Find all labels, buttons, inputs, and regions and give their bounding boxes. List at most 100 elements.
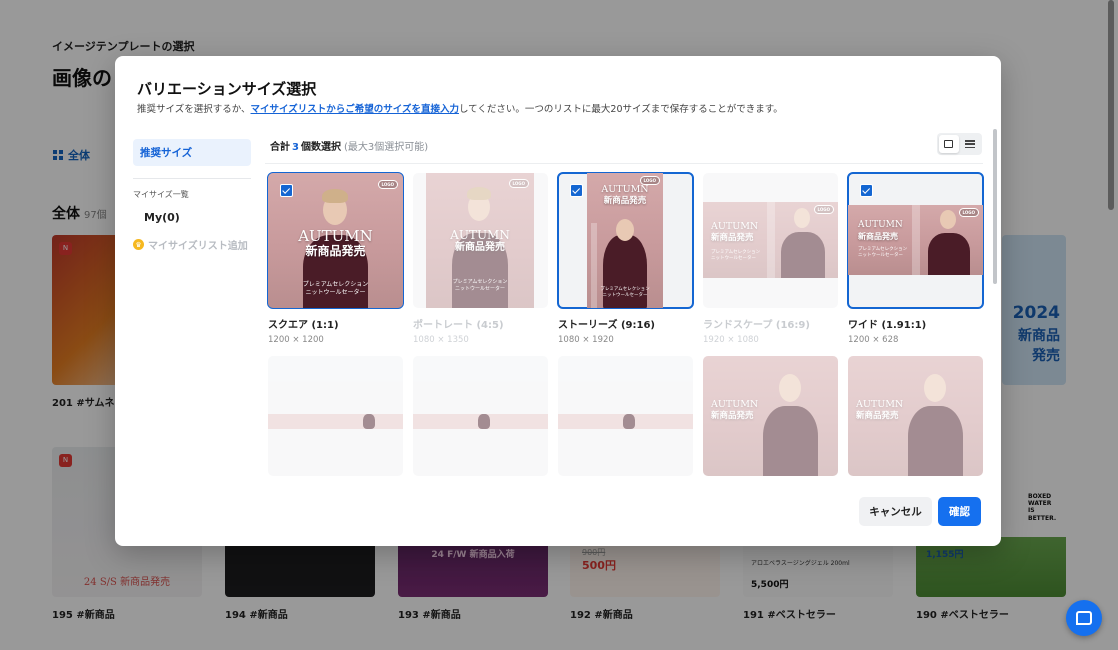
chat-button[interactable] — [1066, 600, 1102, 636]
poster-logo: LOGO — [377, 180, 398, 189]
poster-title-en: AUTUMN — [450, 228, 510, 242]
poster-sub-1: プレミアムセレクション — [711, 250, 761, 255]
chat-icon — [1076, 611, 1092, 625]
summary-suffix: 個数選択 — [300, 142, 341, 153]
poster-sub-2: ニットウールセーター — [454, 286, 505, 292]
poster-title-en: AUTUMN — [711, 399, 759, 410]
list-view-icon — [965, 140, 976, 148]
poster-title-en: AUTUMN — [858, 220, 903, 230]
poster-image: AUTUMN 新商品発売 プレミアムセレクション ニットウールセーター LOGO — [587, 173, 663, 308]
confirm-button[interactable]: 確認 — [938, 497, 981, 526]
size-card-tall[interactable]: AUTUMN 新商品発売 — [703, 356, 838, 476]
poster-title-jp: 新商品発売 — [711, 233, 754, 243]
desc-text-after: してください。一つのリストに最大20サイズまで保存することができます。 — [458, 104, 783, 115]
card-size: 1200 × 1200 — [268, 335, 324, 345]
card-preview: AUTUMN 新商品発売 プレミアムセレクション ニットウールセーター LOGO — [557, 172, 694, 309]
card-name: ワイド (1.91:1) — [848, 320, 927, 331]
size-card-landscape[interactable]: AUTUMN 新商品発売 プレミアムセレクション ニットウールセーター LOGO… — [703, 173, 838, 345]
size-variation-modal: バリエーションサイズ選択 推奨サイズを選択するか、マイサイズリストからご希望のサ… — [115, 56, 1001, 546]
selected-count: 3 — [292, 142, 299, 153]
size-card-banner[interactable] — [413, 356, 548, 476]
card-preview — [413, 356, 548, 476]
size-card-wide[interactable]: AUTUMN 新商品発売 プレミアムセレクション ニットウールセーター LOGO… — [847, 172, 984, 345]
checkbox-checked-icon[interactable] — [280, 184, 293, 197]
poster-logo: LOGO — [813, 205, 834, 214]
poster-title-jp: 新商品発売 — [603, 196, 647, 206]
card-size: 1080 × 1920 — [558, 335, 614, 345]
banner-strip — [558, 414, 693, 429]
card-size: 1200 × 628 — [848, 335, 899, 345]
sidebar-item-recommended[interactable]: 推奨サイズ — [133, 139, 251, 166]
poster-sub-1: プレミアムセレクション — [600, 287, 650, 292]
size-card-tall[interactable]: AUTUMN 新商品発売 — [848, 356, 983, 476]
poster-image: AUTUMN 新商品発売 プレミアムセレクション ニットウールセーター LOGO — [426, 173, 534, 308]
card-preview — [558, 356, 693, 476]
sidebar-heading: マイサイズ一覧 — [133, 190, 189, 199]
card-name: ランドスケープ (16:9) — [703, 320, 810, 331]
poster-title-en: AUTUMN — [856, 399, 904, 410]
card-size: 1080 × 1350 — [413, 335, 469, 345]
poster-title-jp: 新商品発売 — [858, 231, 898, 241]
desc-text-before: 推奨サイズを選択するか、 — [137, 104, 251, 115]
poster-image: AUTUMN 新商品発売 — [848, 356, 983, 476]
poster-sub-2: ニットウールセーター — [602, 293, 648, 298]
modal-title: バリエーションサイズ選択 — [137, 80, 317, 98]
card-name: ストーリーズ (9:16) — [558, 320, 655, 331]
poster-sub-2: ニットウールセーター — [858, 253, 903, 258]
poster-sub-1: プレミアムセレクション — [858, 247, 908, 252]
size-card-banner[interactable] — [558, 356, 693, 476]
modal-sidebar: 推奨サイズ マイサイズ一覧 My(0) ♛ マイサイズリスト追加 — [133, 139, 251, 252]
card-view-button[interactable] — [939, 135, 959, 153]
card-preview: AUTUMN 新商品発売 プレミアムセレクション ニットウールセーター LOGO — [413, 173, 548, 308]
poster-image: AUTUMN 新商品発売 — [703, 356, 838, 476]
header-divider — [265, 163, 983, 164]
crown-icon: ♛ — [133, 239, 144, 250]
modal-scrollbar[interactable] — [993, 129, 997, 284]
poster-title-jp: 新商品発売 — [711, 411, 754, 421]
card-preview: AUTUMN 新商品発売 — [703, 356, 838, 476]
card-name: ポートレート (4:5) — [413, 320, 504, 331]
poster-logo: LOGO — [958, 208, 979, 217]
poster-sub-2: ニットウールセーター — [305, 289, 366, 296]
sidebar-item-my[interactable]: My(0) — [144, 211, 251, 224]
size-card-stories[interactable]: AUTUMN 新商品発売 プレミアムセレクション ニットウールセーター LOGO… — [557, 172, 694, 345]
checkbox-checked-icon[interactable] — [570, 184, 583, 197]
poster-image: AUTUMN 新商品発売 プレミアムセレクション ニットウールセーター LOGO — [703, 202, 838, 278]
poster-title-en: AUTUMN — [711, 221, 759, 232]
poster-sub-1: プレミアムセレクション — [302, 281, 369, 288]
view-toggle — [937, 133, 982, 155]
poster-sub-2: ニットウールセーター — [711, 256, 756, 261]
sidebar-divider — [133, 178, 251, 179]
poster-logo: LOGO — [639, 176, 660, 185]
card-preview: AUTUMN 新商品発売 プレミアムセレクション ニットウールセーター LOGO — [267, 172, 404, 309]
card-view-icon — [944, 140, 954, 148]
list-view-button[interactable] — [961, 135, 981, 153]
size-card-portrait[interactable]: AUTUMN 新商品発売 プレミアムセレクション ニットウールセーター LOGO… — [413, 173, 548, 345]
checkbox-checked-icon[interactable] — [860, 184, 873, 197]
modal-description: 推奨サイズを選択するか、マイサイズリストからご希望のサイズを直接入力してください… — [137, 101, 783, 115]
cancel-button[interactable]: キャンセル — [859, 497, 932, 526]
my-size-link[interactable]: マイサイズリストからご希望のサイズを直接入力 — [251, 104, 459, 115]
banner-strip — [268, 414, 403, 429]
poster-title-en: AUTUMN — [298, 227, 373, 245]
poster-title-en: AUTUMN — [601, 184, 649, 195]
card-preview — [268, 356, 403, 476]
card-preview: AUTUMN 新商品発売 プレミアムセレクション ニットウールセーター LOGO — [703, 173, 838, 308]
poster-sub-1: プレミアムセレクション — [452, 279, 508, 285]
poster-image: AUTUMN 新商品発売 プレミアムセレクション ニットウールセーター LOGO — [848, 205, 983, 275]
size-card-banner[interactable] — [268, 356, 403, 476]
card-name: スクエア (1:1) — [268, 320, 339, 331]
card-preview: AUTUMN 新商品発売 プレミアムセレクション ニットウールセーター LOGO — [847, 172, 984, 309]
card-size: 1920 × 1080 — [703, 335, 759, 345]
size-card-square[interactable]: AUTUMN 新商品発売 プレミアムセレクション ニットウールセーター LOGO… — [267, 172, 404, 345]
card-preview: AUTUMN 新商品発売 — [848, 356, 983, 476]
add-my-size-list-button[interactable]: ♛ マイサイズリスト追加 — [133, 237, 251, 252]
add-my-size-label: マイサイズリスト追加 — [148, 241, 248, 252]
selection-summary: 合計 3 個数選択 (最大3個選択可能) — [270, 138, 428, 153]
poster-title-jp: 新商品発売 — [856, 411, 899, 421]
selection-limit: (最大3個選択可能) — [343, 142, 429, 153]
banner-strip — [413, 414, 548, 429]
summary-prefix: 合計 — [270, 142, 290, 153]
poster-title-jp: 新商品発売 — [455, 242, 505, 253]
poster-logo: LOGO — [508, 179, 529, 188]
